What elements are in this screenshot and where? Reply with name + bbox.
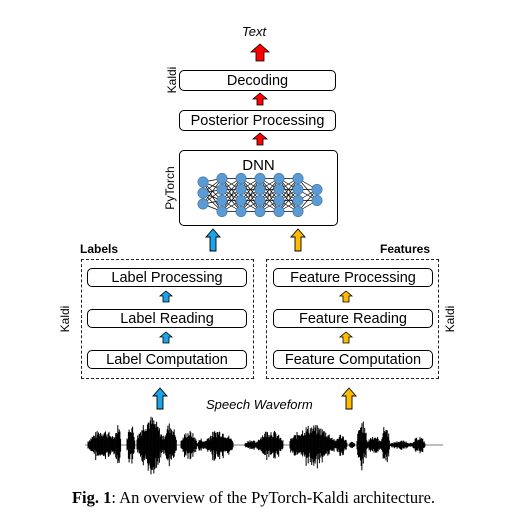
caption-text: : An overview of the PyTorch-Kaldi archi… — [111, 488, 436, 507]
nn-neuron — [311, 183, 323, 195]
decoding-box: Decoding — [179, 70, 336, 91]
nn-neuron — [197, 176, 209, 188]
dnn-to-posterior-arrow-icon — [251, 132, 269, 146]
nn-neuron — [311, 194, 323, 206]
output-text-label: Text — [242, 24, 267, 39]
nn-neuron — [235, 194, 247, 206]
features-group-title: Features — [380, 242, 431, 256]
neural-network-icon — [197, 173, 323, 217]
caption-figure-number: Fig. 1 — [71, 488, 112, 507]
feature-processing-box: Feature Processing — [273, 268, 433, 287]
nn-neuron — [216, 194, 228, 206]
label-processing-box: Label Processing — [87, 268, 247, 287]
waveform-to-labels-arrow-icon — [152, 387, 168, 410]
kaldi-labels-side-label: Kaldi — [58, 305, 72, 333]
nn-neuron — [292, 205, 304, 217]
label-reading-box: Label Reading — [87, 309, 247, 328]
nn-neuron — [273, 205, 285, 217]
feature-computation-to-reading-arrow-icon — [338, 331, 354, 344]
nn-neuron — [273, 183, 285, 195]
nn-neuron — [254, 183, 266, 195]
label-computation-to-reading-arrow-icon — [158, 331, 174, 344]
nn-neuron — [292, 183, 304, 195]
speech-waveform-icon — [85, 416, 443, 475]
feature-reading-to-processing-arrow-icon — [338, 290, 354, 303]
waveform-to-features-arrow-icon — [341, 387, 357, 410]
figure-caption: Fig. 1: An overview of the PyTorch-Kaldi… — [0, 488, 507, 508]
nn-neuron — [254, 194, 266, 206]
posterior-to-decoding-arrow-icon — [251, 92, 269, 106]
nn-neuron — [235, 183, 247, 195]
labels-group-title: Labels — [80, 242, 119, 256]
labels-to-dnn-arrow-icon — [205, 228, 221, 252]
label-reading-to-processing-arrow-icon — [158, 290, 174, 303]
pytorch-label: PyTorch — [163, 166, 177, 210]
label-computation-box: Label Computation — [87, 350, 247, 369]
features-to-dnn-arrow-icon — [290, 228, 306, 252]
nn-neuron — [216, 183, 228, 195]
nn-neuron — [197, 198, 209, 210]
nn-neuron — [254, 173, 266, 184]
posterior-processing-box: Posterior Processing — [179, 110, 336, 131]
nn-neuron — [273, 173, 285, 184]
output-arrow-shape — [249, 43, 271, 62]
nn-neuron — [292, 194, 304, 206]
nn-neuron — [197, 187, 209, 199]
nn-neuron — [292, 173, 304, 184]
nn-neuron — [235, 205, 247, 217]
kaldi-top-label: Kaldi — [165, 66, 179, 94]
nn-neuron — [235, 173, 247, 184]
feature-computation-box: Feature Computation — [273, 350, 433, 369]
nn-neuron — [216, 173, 228, 184]
kaldi-features-side-label: Kaldi — [443, 305, 457, 333]
nn-neuron — [216, 205, 228, 217]
output-arrow-icon — [249, 43, 271, 62]
feature-reading-box: Feature Reading — [273, 309, 433, 328]
nn-neuron — [254, 205, 266, 217]
nn-neuron — [273, 194, 285, 206]
